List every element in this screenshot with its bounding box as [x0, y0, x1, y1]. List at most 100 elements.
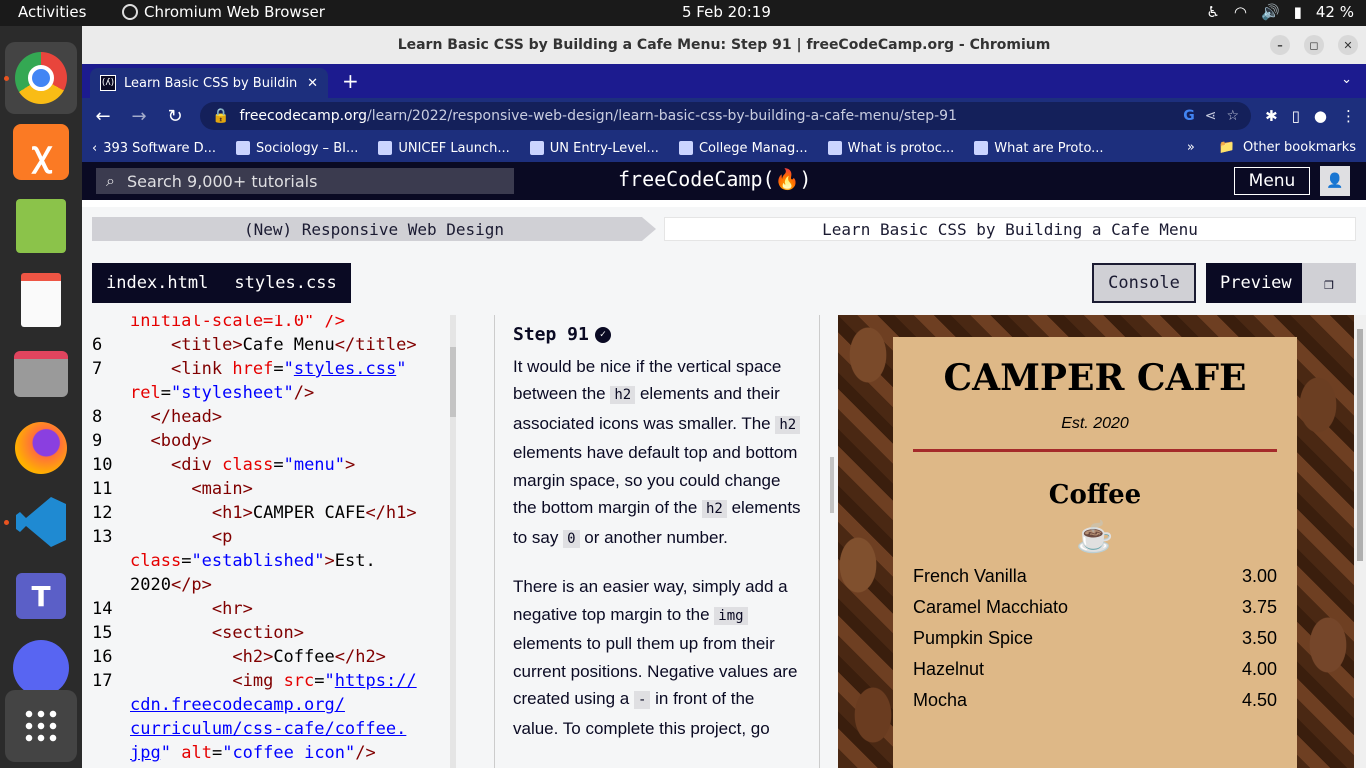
more-bookmarks-chevron-icon[interactable]: »: [1187, 140, 1195, 155]
inline-code: h2: [775, 415, 801, 434]
preview-button[interactable]: Preview ❐: [1206, 263, 1356, 303]
fcc-search-input[interactable]: ⌕ Search 9,000+ tutorials: [96, 168, 514, 194]
back-button[interactable]: ←: [92, 106, 114, 127]
side-panel-icon[interactable]: ▯: [1292, 107, 1300, 125]
app-grid-icon: [23, 708, 59, 744]
extensions-icon[interactable]: ✱: [1265, 107, 1278, 125]
forward-button[interactable]: →: [128, 106, 150, 127]
preview-scrollbar-thumb[interactable]: [1357, 329, 1363, 561]
bookmark-label: 393 Software D...: [103, 140, 216, 156]
bookmark-label: Sociology – BI...: [256, 140, 359, 156]
console-button[interactable]: Console: [1092, 263, 1196, 303]
line-number: 7: [92, 359, 103, 379]
breadcrumb-block[interactable]: Learn Basic CSS by Building a Cafe Menu: [664, 217, 1356, 241]
menu-item: French Vanilla 3.00: [913, 561, 1277, 592]
inline-code: -: [633, 691, 651, 709]
line-number: 10: [92, 455, 113, 475]
kebab-menu-icon[interactable]: ⋮: [1341, 107, 1356, 125]
app-menu[interactable]: Chromium Web Browser: [122, 3, 325, 21]
dock-xampp[interactable]: ꭓ: [5, 116, 77, 188]
bookmark-item[interactable]: ‹ 393 Software D...: [92, 141, 216, 156]
share-icon[interactable]: ⋖: [1205, 108, 1217, 124]
fcc-menu-button[interactable]: Menu: [1234, 167, 1310, 195]
url-host: freecodecamp.org: [239, 108, 368, 124]
popout-preview-icon[interactable]: ❐: [1302, 263, 1356, 303]
code-link[interactable]: https://: [335, 671, 417, 691]
bookmark-item[interactable]: What is protoc...: [827, 140, 955, 156]
dock-document-viewer[interactable]: [5, 264, 77, 336]
other-bookmarks[interactable]: » 📁 Other bookmarks: [1187, 140, 1356, 155]
fcc-favicon-icon: (ʎ): [100, 75, 116, 91]
geeks-favicon-icon: [974, 141, 989, 155]
bookmark-label: What is protoc...: [847, 140, 955, 156]
cafe-menu: CAMPER CAFE Est. 2020 Coffee ☕ French Va…: [893, 337, 1297, 768]
section-heading: Coffee: [1048, 480, 1142, 510]
inline-code: h2: [702, 500, 727, 518]
dock-firefox[interactable]: [5, 412, 77, 484]
cafe-title: CAMPER CAFE: [943, 357, 1247, 399]
inline-code: h2: [610, 386, 636, 404]
search-icon: ⌕: [106, 171, 115, 190]
running-indicator: [4, 520, 9, 525]
dock-chromium[interactable]: [5, 42, 77, 114]
bookmark-label: UN Entry-Level...: [549, 140, 659, 156]
bookmark-star-icon[interactable]: ☆: [1227, 108, 1240, 124]
window-title: Learn Basic CSS by Building a Cafe Menu:…: [397, 37, 1051, 53]
tab-search-chevron-icon[interactable]: ⌄: [1341, 72, 1352, 87]
address-bar[interactable]: 🔒 freecodecamp.org/learn/2022/responsive…: [200, 102, 1252, 130]
item-price: 4.50: [1241, 690, 1277, 710]
teams-icon: T: [16, 573, 66, 619]
code-link[interactable]: curriculum/css-cafe/coffee.: [130, 719, 406, 739]
user-avatar[interactable]: 👤: [1320, 166, 1350, 196]
clock[interactable]: 5 Feb 20:19: [682, 3, 771, 21]
dock-notepad[interactable]: [5, 190, 77, 262]
line-number: 12: [92, 503, 113, 523]
browser-tab-active[interactable]: (ʎ) Learn Basic CSS by Buildin ✕: [90, 68, 328, 98]
fcc-logo[interactable]: freeCodeCamp(🔥): [618, 167, 811, 191]
code-link[interactable]: jpg: [130, 743, 161, 763]
tab-title: Learn Basic CSS by Buildin: [124, 75, 298, 91]
close-window-button[interactable]: ✕: [1338, 35, 1358, 55]
close-tab-icon[interactable]: ✕: [307, 76, 318, 91]
activities-button[interactable]: Activities: [18, 3, 86, 21]
menu-item: Hazelnut 4.00: [913, 654, 1277, 685]
line-number: 11: [92, 479, 113, 499]
bookmark-item[interactable]: UNICEF Launch...: [378, 141, 510, 156]
code-editor[interactable]: initial-scale=1.0" /> 6 <title>Cafe Menu…: [82, 315, 454, 768]
battery-level: 42 %: [1315, 3, 1354, 21]
item-price: 3.00: [1241, 566, 1277, 586]
line-number: 13: [92, 527, 113, 547]
url-text: freecodecamp.org/learn/2022/responsive-w…: [239, 108, 1173, 124]
inline-code: 0: [563, 529, 580, 548]
breadcrumb: (New) Responsive Web Design Learn Basic …: [92, 217, 1356, 241]
system-tray[interactable]: ♿ ◠ 🔊 ▮ 42 %: [1206, 3, 1354, 21]
line-number: 16: [92, 647, 113, 667]
editor-scrollbar-thumb[interactable]: [450, 347, 456, 417]
tab-index-html[interactable]: index.html: [106, 273, 208, 293]
window-titlebar[interactable]: Learn Basic CSS by Building a Cafe Menu:…: [82, 26, 1366, 64]
bookmark-item[interactable]: What are Proto...: [974, 141, 1104, 156]
profile-avatar-icon[interactable]: ●: [1314, 107, 1327, 125]
google-icon[interactable]: G: [1183, 108, 1195, 124]
bookmark-item[interactable]: UN Entry-Level...: [529, 140, 659, 156]
maximize-button[interactable]: ◻: [1304, 35, 1324, 55]
bookmark-item[interactable]: College Manag...: [678, 141, 808, 156]
minimize-button[interactable]: –: [1270, 35, 1290, 55]
dock-files[interactable]: [5, 338, 77, 410]
bookmark-item[interactable]: Sociology – BI...: [236, 141, 358, 156]
dock-show-apps[interactable]: [5, 690, 77, 762]
reload-button[interactable]: ↻: [164, 106, 186, 127]
established-text: Est. 2020: [1061, 415, 1129, 432]
firefox-icon: [15, 422, 67, 474]
discord-icon: [13, 640, 69, 696]
instructions-scrollbar-thumb[interactable]: [830, 457, 834, 513]
code-link[interactable]: styles.css: [294, 359, 396, 379]
tab-styles-css[interactable]: styles.css: [234, 273, 336, 293]
new-tab-button[interactable]: +: [342, 69, 359, 93]
breadcrumb-superblock[interactable]: (New) Responsive Web Design: [92, 217, 656, 241]
dock-vscode[interactable]: [5, 486, 77, 558]
code-link[interactable]: cdn.freecodecamp.org/: [130, 695, 345, 715]
accessibility-icon: ♿: [1206, 3, 1220, 21]
step-title: Step 91: [513, 324, 589, 345]
dock-teams[interactable]: T: [5, 560, 77, 632]
